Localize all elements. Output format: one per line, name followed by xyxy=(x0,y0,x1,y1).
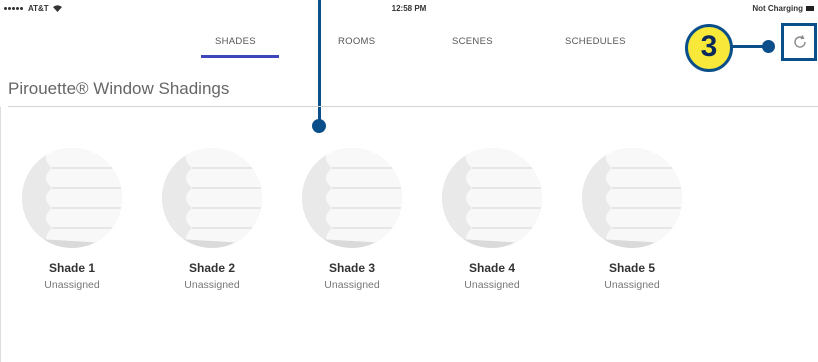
shade-card-4[interactable]: Shade 4 Unassigned xyxy=(437,148,547,291)
shade-name: Shade 5 xyxy=(608,261,656,275)
shade-status: Unassigned xyxy=(184,279,240,291)
refresh-icon xyxy=(794,35,806,48)
shade-name: Shade 1 xyxy=(48,261,96,275)
shade-status: Unassigned xyxy=(604,279,660,291)
shade-status: Unassigned xyxy=(324,279,380,291)
title-divider xyxy=(8,106,818,107)
callout-connector-dot xyxy=(762,40,775,53)
page-title: Pirouette® Window Shadings xyxy=(8,79,230,98)
shade-card-3[interactable]: Shade 3 Unassigned xyxy=(297,148,407,291)
refresh-button[interactable] xyxy=(781,23,817,61)
shade-status: Unassigned xyxy=(44,279,100,291)
shade-image xyxy=(22,148,122,248)
shade-status: Unassigned xyxy=(464,279,520,291)
shade-thumbnail-icon xyxy=(442,148,542,248)
tab-scenes[interactable]: SCENES xyxy=(452,36,493,47)
shade-card-5[interactable]: Shade 5 Unassigned xyxy=(577,148,687,291)
shade-name: Shade 4 xyxy=(468,261,516,275)
shade-name: Shade 2 xyxy=(188,261,236,275)
shade-image xyxy=(162,148,262,248)
active-tab-indicator xyxy=(201,55,279,58)
content-border xyxy=(0,107,1,362)
tab-schedules[interactable]: SCHEDULES xyxy=(565,36,626,47)
callout-connector xyxy=(732,45,766,48)
shade-image xyxy=(582,148,682,248)
tab-shades[interactable]: SHADES xyxy=(215,36,256,47)
shade-thumbnail-icon xyxy=(582,148,682,248)
shade-name: Shade 3 xyxy=(328,261,376,275)
tab-rooms[interactable]: ROOMS xyxy=(338,36,375,47)
shade-thumbnail-icon xyxy=(22,148,122,248)
shade-image xyxy=(302,148,402,248)
shade-card-2[interactable]: Shade 2 Unassigned xyxy=(157,148,267,291)
shade-image xyxy=(442,148,542,248)
shade-card-1[interactable]: Shade 1 Unassigned xyxy=(17,148,127,291)
callout-pointer-dot xyxy=(312,119,326,133)
callout-badge: 3 xyxy=(685,24,733,72)
shade-thumbnail-icon xyxy=(302,148,402,248)
shade-thumbnail-icon xyxy=(162,148,262,248)
